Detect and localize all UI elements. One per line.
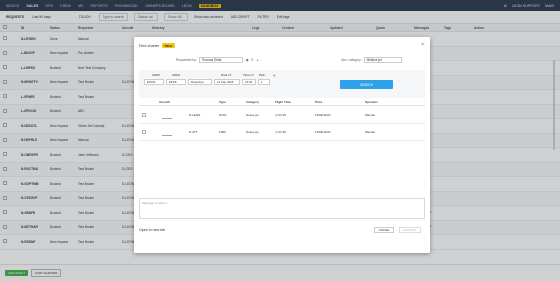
time-input[interactable]: 13:00 (242, 79, 256, 85)
warning-icon: ▲ (255, 58, 260, 62)
requested-by-row: Requested by: Thomas Delta ◉ ✎ ▲ Airc. c… (139, 55, 425, 65)
pax-input[interactable]: 1 (258, 79, 270, 85)
pax-header: PAX (259, 73, 265, 77)
result-row[interactable]: D-ATT F900 Heavy jet ◷ 01:25 14000 EUR M… (139, 124, 425, 141)
operator: Manual (365, 130, 375, 134)
adep-input[interactable]: EPWA (144, 79, 164, 85)
message-textarea[interactable]: Message to admin... (139, 198, 425, 219)
res-col-aircraft: Aircraft (159, 100, 170, 104)
res-col-operator: Operator (365, 100, 378, 104)
requester-icons: ◉ ✎ ▲ (246, 58, 260, 62)
ades-input[interactable]: EPKK (166, 79, 186, 85)
category-label: Airc. category: (341, 58, 362, 62)
price: 14000 EUR (315, 113, 331, 117)
open-in-new-tab-link[interactable]: Open in new tab (139, 228, 165, 232)
res-col-type: Type (219, 100, 226, 104)
close-icon[interactable]: × (421, 42, 424, 48)
price: 14000 EUR (315, 130, 331, 134)
aircraft-reg: D-ATT (189, 130, 198, 134)
edit-icon[interactable]: ✎ (251, 58, 254, 62)
search-form: ADEP ADES Date LT Time LT PAX + EPWA EPK… (139, 70, 425, 98)
date-header: Date LT (221, 73, 232, 77)
date-input[interactable]: 21 Sep 2025 (214, 79, 240, 85)
result-checkbox[interactable] (139, 129, 159, 135)
results-header: Aircraft Type Category Flight Time Price… (139, 99, 425, 106)
category-select[interactable]: Midsize jet (363, 57, 402, 63)
aircraft-category: Heavy jet (246, 113, 259, 117)
aircraft-type: SLPA (219, 113, 227, 117)
add-leg-icon[interactable]: + (273, 73, 275, 78)
aircraft-reg: D-LEON (189, 113, 201, 117)
find-charter-dialog: Find charter TRIAL × Requested by: Thoma… (134, 37, 430, 253)
flight-time: ◷ 01:25 (275, 113, 286, 117)
res-col-category: Category (246, 100, 260, 104)
aircraft-category: Heavy jet (246, 130, 259, 134)
departure-select[interactable]: Departure (188, 79, 212, 85)
dialog-title: Find charter TRIAL (139, 43, 176, 48)
requested-by-select[interactable]: Thomas Delta (198, 57, 243, 63)
request-button[interactable]: REQUEST (399, 227, 421, 233)
result-row[interactable]: D-LEON SLPA Heavy jet ◷ 01:25 14000 EUR … (139, 107, 425, 124)
operator: Manual (365, 113, 375, 117)
res-col-price: Price (315, 100, 323, 104)
time-header: Time LT (243, 73, 254, 77)
ades-header: ADES (172, 73, 181, 77)
adep-header: ADEP (152, 73, 161, 77)
dialog-title-text: Find charter (139, 43, 160, 48)
cancel-button[interactable]: CANCEL (374, 227, 394, 233)
res-col-flight-time: Flight Time (275, 100, 291, 104)
requested-by-label: Requested by: (176, 58, 197, 62)
aircraft-type: F900 (219, 130, 226, 134)
flight-time: ◷ 01:25 (275, 130, 286, 134)
trial-badge: TRIAL (162, 43, 176, 48)
eye-icon[interactable]: ◉ (246, 58, 249, 62)
search-button[interactable]: SEARCH (340, 80, 393, 89)
result-checkbox[interactable] (139, 112, 159, 118)
